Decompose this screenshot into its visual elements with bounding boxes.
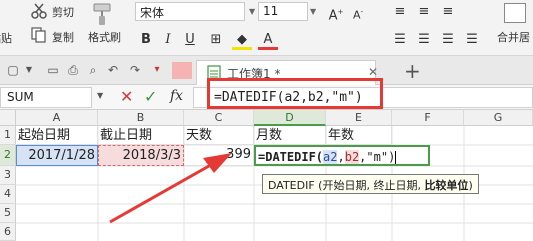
formula-ref-b2: b2 <box>344 150 360 164</box>
formula-function-text: =DATEDIF( <box>258 150 324 164</box>
cell-d2-editing[interactable]: =DATEDIF(a2,b2,"m") <box>254 145 430 166</box>
text-cursor <box>395 151 397 164</box>
annotation-arrow <box>109 153 232 224</box>
formula-rest-text: ,"m") <box>359 150 396 164</box>
formula-sep: , <box>337 150 345 164</box>
formula-ref-a2: a2 <box>323 150 338 164</box>
